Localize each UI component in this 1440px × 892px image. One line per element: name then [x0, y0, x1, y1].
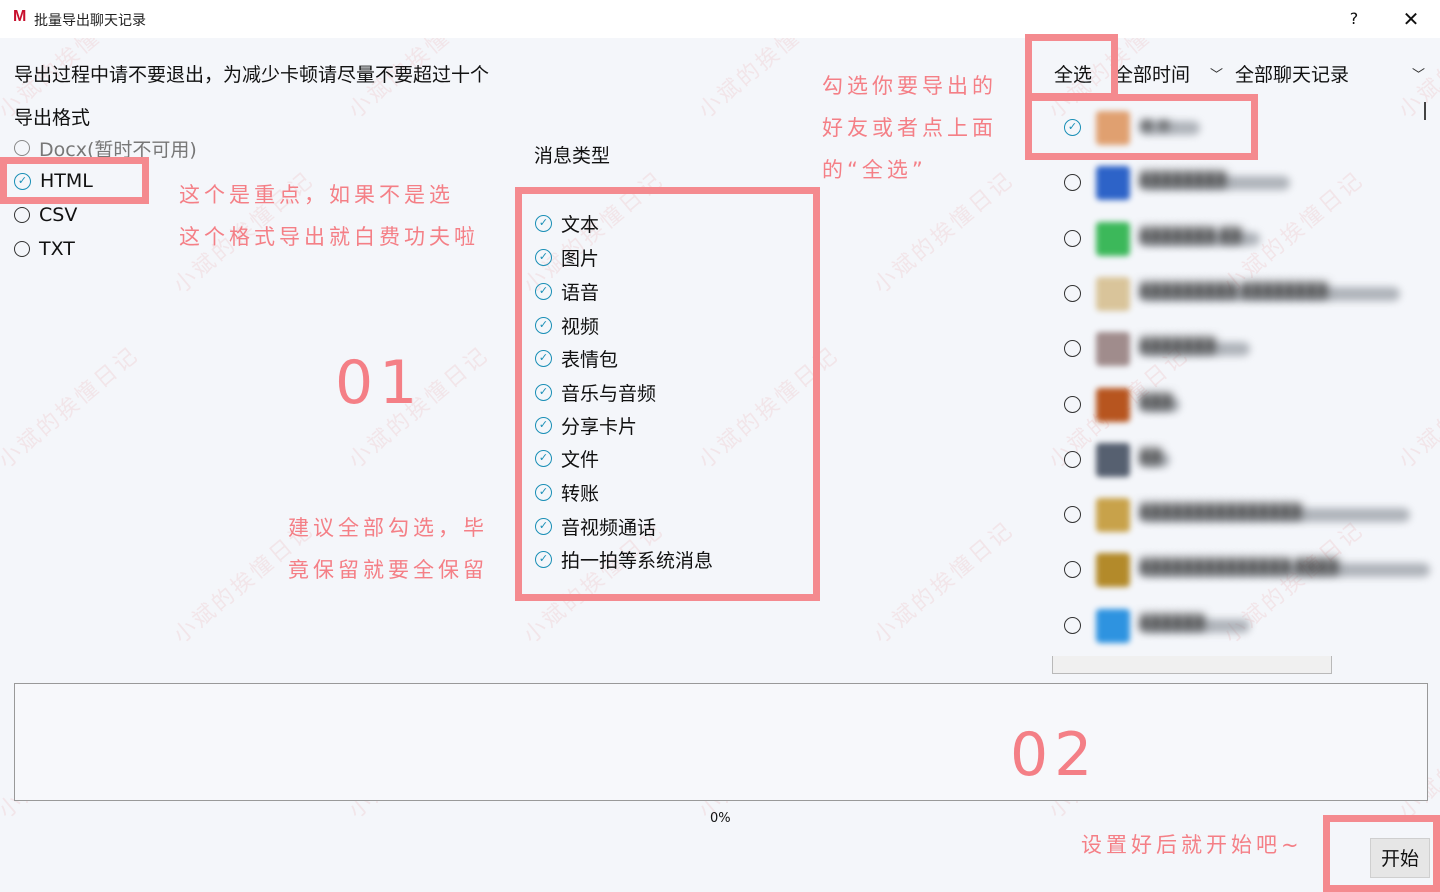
avatar	[1096, 387, 1130, 422]
avatar	[1096, 332, 1130, 367]
radio-unchecked-icon	[14, 241, 30, 257]
friend-name: ██████████████ ████	[1140, 559, 1339, 576]
highlight-box-first-friend	[1025, 94, 1258, 160]
watermark-text: 小斌的挨憧日记	[869, 517, 1020, 649]
checkbox-unchecked-icon[interactable]	[1064, 616, 1081, 634]
friend-name: ███████	[1140, 338, 1216, 355]
friend-name: ███	[1140, 393, 1173, 410]
annotation-friend-note: 勾选你要导出的 好友或者点上面 的“全选”	[822, 74, 997, 182]
vertical-scrollbar[interactable]	[1424, 102, 1426, 120]
friend-name: █████████ ████████	[1140, 282, 1328, 299]
friend-row[interactable]: ███████████████	[1052, 492, 1428, 540]
watermark-text: 小斌的挨憧日记	[0, 342, 145, 474]
checkbox-unchecked-icon[interactable]	[1064, 284, 1081, 302]
window-title: 批量导出聊天记录	[34, 13, 146, 29]
friend-name: ███████ ██	[1140, 227, 1242, 244]
friend-row[interactable]: ███████ ██	[1052, 216, 1428, 264]
help-button[interactable]: ?	[1340, 6, 1368, 32]
friend-name: ████████	[1140, 172, 1227, 189]
checkbox-unchecked-icon[interactable]	[1064, 174, 1081, 192]
friend-list[interactable]: ✓ ■ ● ████████ ███████ ██ █████████ ████████…	[1052, 100, 1430, 660]
chevron-down-icon[interactable]: ﹀	[1412, 64, 1425, 83]
message-types-title: 消息类型	[534, 145, 611, 167]
checkbox-unchecked-icon[interactable]	[1064, 561, 1081, 579]
title-bar: M 批量导出聊天记录 ? ✕	[0, 0, 1440, 38]
checkbox-unchecked-icon[interactable]	[1064, 506, 1081, 524]
radio-unchecked-icon	[14, 140, 30, 156]
highlight-box-message-types	[515, 187, 820, 601]
export-notice: 导出过程中请不要退出，为减少卡顿请尽量不要超过十个	[14, 64, 490, 86]
annotation-start-note: 设置好后就开始吧~	[1081, 833, 1303, 857]
checkbox-unchecked-icon[interactable]	[1064, 450, 1081, 468]
friend-row[interactable]: ██	[1052, 437, 1428, 485]
friend-row[interactable]: █████████ ████████	[1052, 271, 1428, 319]
highlight-box-html	[0, 157, 149, 204]
friend-name: ██	[1140, 448, 1162, 465]
avatar	[1096, 553, 1130, 588]
close-button[interactable]: ✕	[1397, 6, 1425, 32]
avatar	[1096, 442, 1130, 477]
checkbox-unchecked-icon[interactable]	[1064, 340, 1081, 358]
avatar	[1096, 276, 1130, 311]
record-scope-select[interactable]: 全部聊天记录	[1235, 60, 1349, 87]
friend-row[interactable]: ██████████████ ████	[1052, 547, 1430, 595]
app-logo-icon: M	[13, 8, 27, 25]
friend-row[interactable]: ████████	[1052, 160, 1428, 208]
chevron-down-icon[interactable]: ﹀	[1210, 64, 1223, 83]
time-range-select[interactable]: 全部时间	[1114, 60, 1190, 87]
radio-unchecked-icon	[14, 207, 30, 223]
avatar	[1096, 166, 1130, 201]
format-option-csv[interactable]: CSV	[14, 201, 77, 229]
format-option-label: TXT	[39, 238, 75, 260]
horizontal-scrollbar[interactable]	[1052, 656, 1332, 674]
annotation-step-02: 02	[1010, 720, 1099, 790]
checkbox-unchecked-icon[interactable]	[1064, 229, 1081, 247]
friend-row[interactable]: ███	[1052, 382, 1428, 430]
friend-row[interactable]: ██████	[1052, 603, 1428, 651]
progress-percent: 0%	[710, 811, 731, 826]
friend-name: ██████	[1140, 614, 1205, 631]
friend-name: ███████████████	[1140, 504, 1302, 521]
annotation-select-note: 建议全部勾选，毕 竟保留就要全保留	[288, 516, 488, 582]
export-log-area	[14, 683, 1428, 801]
highlight-box-start	[1323, 815, 1440, 892]
annotation-step-01: 01	[335, 348, 424, 418]
highlight-box-select-all	[1025, 34, 1118, 100]
avatar	[1096, 608, 1130, 643]
annotation-html-note: 这个是重点，如果不是选 这个格式导出就白费功夫啦	[179, 183, 479, 249]
format-option-txt[interactable]: TXT	[14, 235, 75, 263]
avatar	[1096, 221, 1130, 256]
avatar	[1096, 498, 1130, 533]
format-option-label: CSV	[39, 204, 78, 226]
friend-row[interactable]: ███████	[1052, 326, 1428, 374]
export-format-title: 导出格式	[14, 107, 91, 129]
checkbox-unchecked-icon[interactable]	[1064, 395, 1081, 413]
